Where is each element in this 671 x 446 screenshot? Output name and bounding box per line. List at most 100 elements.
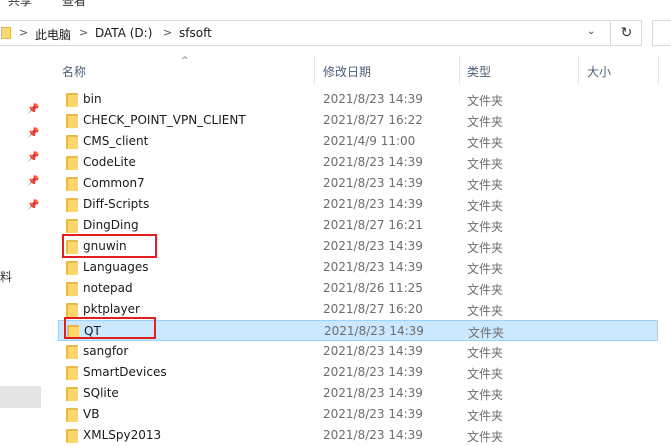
search-input[interactable] [652, 20, 671, 46]
file-modified: 2021/8/23 14:39 [323, 386, 423, 400]
file-name: CMS_client [83, 134, 149, 148]
file-name: Languages [83, 260, 149, 274]
file-type: 文件夹 [467, 367, 504, 381]
column-type[interactable]: 类型 [467, 63, 491, 80]
file-row[interactable]: SmartDevices 2021/8/23 14:39 文件夹 [58, 362, 658, 383]
file-row[interactable]: CMS_client 2021/4/9 11:00 文件夹 [58, 131, 658, 152]
file-row[interactable]: Common7 2021/8/23 14:39 文件夹 [58, 173, 658, 194]
folder-icon [66, 429, 78, 443]
ribbon-tab-view[interactable]: 查看 [62, 0, 86, 9]
file-row[interactable]: bin 2021/8/23 14:39 文件夹 [58, 89, 658, 110]
file-modified: 2021/8/23 14:39 [323, 344, 423, 358]
file-type: 文件夹 [467, 283, 504, 297]
file-name: SQlite [83, 386, 119, 400]
file-type: 文件夹 [467, 262, 504, 276]
annotation-box-gnuwin [62, 234, 157, 258]
pin-icon[interactable]: 📌 [27, 176, 39, 187]
column-divider[interactable] [658, 56, 659, 84]
folder-icon [1, 27, 11, 39]
file-row[interactable]: SQlite 2021/8/23 14:39 文件夹 [58, 383, 658, 404]
refresh-button[interactable]: ↻ [612, 20, 642, 46]
file-modified: 2021/8/23 14:39 [323, 176, 423, 190]
folder-icon [66, 93, 78, 107]
pin-icon[interactable]: 📌 [27, 200, 39, 211]
file-name: sangfor [83, 344, 129, 358]
address-bar[interactable]: > 此电脑 > DATA (D:) > sfsoft ⌄ [0, 20, 611, 46]
file-modified: 2021/8/23 14:39 [323, 239, 423, 253]
file-name: pktplayer [83, 302, 140, 316]
breadcrumb-sfsoft[interactable]: sfsoft [179, 26, 212, 40]
folder-icon [66, 219, 78, 233]
file-row[interactable]: XMLSpy2013 2021/8/23 14:39 文件夹 [58, 425, 658, 446]
sort-ascending-icon: ^ [181, 56, 189, 66]
pin-icon[interactable]: 📌 [27, 104, 39, 115]
file-type: 文件夹 [467, 220, 504, 234]
file-row[interactable]: Languages 2021/8/23 14:39 文件夹 [58, 257, 658, 278]
column-size[interactable]: 大小 [587, 63, 611, 80]
folder-icon [66, 177, 78, 191]
chevron-right-icon[interactable]: > [19, 26, 28, 39]
chevron-down-icon[interactable]: ⌄ [587, 26, 595, 37]
folder-icon [66, 366, 78, 380]
file-type: 文件夹 [467, 94, 504, 108]
folder-icon [66, 408, 78, 422]
file-modified: 2021/8/23 14:39 [323, 197, 423, 211]
file-row[interactable]: notepad 2021/8/26 11:25 文件夹 [58, 278, 658, 299]
file-modified: 2021/8/23 14:39 [324, 324, 424, 338]
column-divider[interactable] [314, 56, 315, 84]
file-modified: 2021/8/23 14:39 [323, 407, 423, 421]
column-name[interactable]: 名称 [62, 63, 86, 80]
file-row[interactable]: sangfor 2021/8/23 14:39 文件夹 [58, 341, 658, 362]
file-name: bin [83, 92, 102, 106]
ribbon-tab-share[interactable]: 共享 [8, 0, 32, 9]
file-name: Diff-Scripts [83, 197, 150, 211]
file-row[interactable]: CodeLite 2021/8/23 14:39 文件夹 [58, 152, 658, 173]
nav-item-label[interactable]: 料 [0, 268, 12, 285]
file-modified: 2021/8/23 14:39 [323, 260, 423, 274]
annotation-box-qt [64, 317, 156, 339]
folder-icon [66, 282, 78, 296]
file-modified: 2021/8/27 16:21 [323, 218, 423, 232]
file-type: 文件夹 [467, 178, 504, 192]
file-row[interactable]: CHECK_POINT_VPN_CLIENT 2021/8/27 16:22 文件夹 [58, 110, 658, 131]
file-type: 文件夹 [467, 388, 504, 402]
column-header: ^ 名称 修改日期 类型 大小 [48, 56, 671, 84]
navigation-pane: 📌 📌 📌 📌 📌 料 [0, 50, 44, 446]
file-type: 文件夹 [467, 157, 504, 171]
breadcrumb-data-drive[interactable]: DATA (D:) [95, 26, 152, 40]
file-type: 文件夹 [467, 115, 504, 129]
file-name: DingDing [83, 218, 139, 232]
nav-item-selected[interactable] [0, 386, 41, 408]
file-type: 文件夹 [467, 199, 504, 213]
file-type: 文件夹 [467, 136, 504, 150]
file-row[interactable]: VB 2021/8/23 14:39 文件夹 [58, 404, 658, 425]
chevron-right-icon[interactable]: > [79, 26, 88, 39]
file-modified: 2021/8/23 14:39 [323, 155, 423, 169]
file-type: 文件夹 [467, 304, 504, 318]
pin-icon[interactable]: 📌 [27, 128, 39, 139]
file-name: Common7 [83, 176, 145, 190]
file-type: 文件夹 [467, 346, 504, 360]
column-divider[interactable] [459, 56, 460, 84]
folder-icon [66, 345, 78, 359]
file-modified: 2021/8/27 16:20 [323, 302, 423, 316]
file-type: 文件夹 [467, 430, 504, 444]
pin-icon[interactable]: 📌 [27, 152, 39, 163]
file-row[interactable]: DingDing 2021/8/27 16:21 文件夹 [58, 215, 658, 236]
column-modified[interactable]: 修改日期 [323, 63, 371, 80]
folder-icon [66, 387, 78, 401]
file-type: 文件夹 [467, 241, 504, 255]
file-row[interactable]: Diff-Scripts 2021/8/23 14:39 文件夹 [58, 194, 658, 215]
folder-icon [66, 198, 78, 212]
column-divider[interactable] [578, 56, 579, 84]
file-modified: 2021/4/9 11:00 [323, 134, 416, 148]
chevron-right-icon[interactable]: > [163, 26, 172, 39]
file-name: VB [83, 407, 100, 421]
breadcrumb-this-pc[interactable]: 此电脑 [35, 26, 71, 43]
folder-icon [66, 261, 78, 275]
refresh-icon: ↻ [620, 25, 633, 41]
file-modified: 2021/8/23 14:39 [323, 428, 423, 442]
folder-icon [66, 135, 78, 149]
folder-icon [66, 114, 78, 128]
file-modified: 2021/8/27 16:22 [323, 113, 423, 127]
